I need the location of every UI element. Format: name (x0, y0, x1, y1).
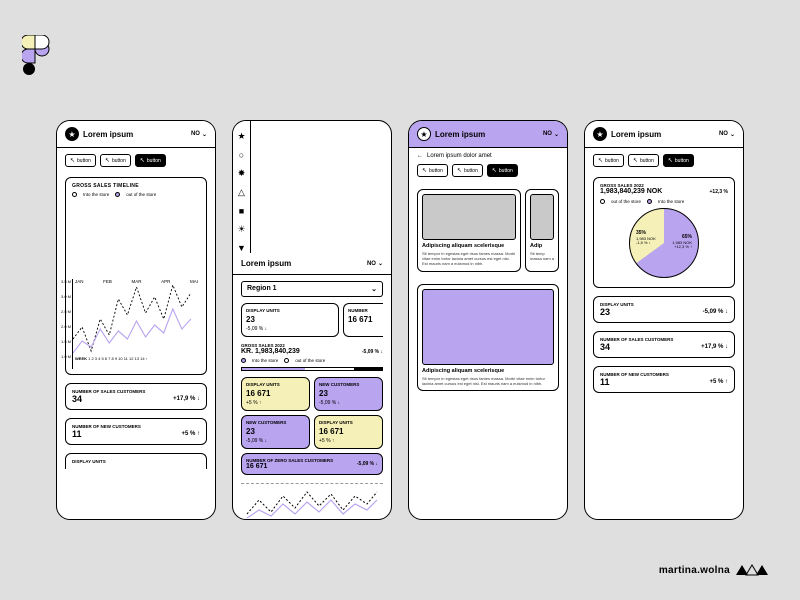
filter-button-2[interactable]: ↖button (452, 164, 483, 177)
legend-dot-icon (284, 358, 289, 363)
legend-dot-icon (115, 192, 120, 197)
tile-a[interactable]: DISPLAY UNITS16 671+5 % ↑ (241, 377, 310, 411)
tile-display-units[interactable]: DISPLAY UNITS 23 -5,09 % ↓ (241, 303, 339, 337)
filter-button-3[interactable]: ↖button (663, 154, 694, 167)
triangle-icon[interactable]: △ (238, 187, 245, 198)
content-card-2[interactable]: Adipiscing aliquam scelerisque Sit tempo… (417, 284, 559, 391)
metric-sales-customers[interactable]: NUMBER OF SALES CUSTOMERS 34+17,9 % ↓ (65, 383, 207, 410)
screen-detail: ★ Lorem ipsum NO⌄ ←Lorem ipsum dolor ame… (408, 120, 568, 520)
chevron-down-icon: ⌄ (554, 131, 559, 138)
screen-pie: ★ Lorem ipsum NO⌄ ↖button ↖button ↖butto… (584, 120, 744, 520)
app-title: Lorem ipsum (241, 259, 291, 268)
chevron-down-icon: ⌄ (371, 285, 377, 293)
metric-new-customers[interactable]: NUMBER OF NEW CUSTOMERS 11+5 % ↑ (65, 418, 207, 445)
back-link[interactable]: ←Lorem ipsum dolor amet (409, 148, 567, 164)
square-icon[interactable]: ■ (239, 206, 244, 216)
legend-dot-icon (600, 199, 605, 204)
progress-bar (241, 367, 383, 371)
language-picker[interactable]: NO⌄ (367, 260, 383, 267)
tile-zero-sales[interactable]: NUMBER OF ZERO SALES CUSTOMERS16 671 -5,… (241, 453, 383, 475)
metric-display-units[interactable]: DISPLAY UNITS (65, 453, 207, 469)
header: ★ Lorem ipsum NO ⌄ (57, 121, 215, 148)
filter-button-3[interactable]: ↖button (135, 154, 166, 167)
sparkline (241, 483, 383, 519)
arrow-icon: ↖ (70, 157, 75, 164)
content-card-peek[interactable]: Adip Sit temp massa nam a (525, 189, 559, 272)
star-icon[interactable]: ★ (237, 131, 245, 142)
metric-display-units[interactable]: DISPLAY UNITS 23-5,09 % ↓ (593, 296, 735, 323)
legend-dot-icon (647, 199, 652, 204)
line-chart: 3.5 M 3.0 M 2.5 M 2.0 M 1.5 M 1.0 M WEEK… (72, 279, 200, 369)
legend-dot-icon (241, 358, 246, 363)
chevron-right-icon[interactable]: › (146, 356, 147, 361)
region-selector[interactable]: Region 1 ⌄ (241, 281, 383, 297)
tile-d[interactable]: DISPLAY UNITS16 671+5 % ↑ (314, 415, 383, 449)
author-credit: martina.wolna (659, 564, 770, 576)
language-picker[interactable]: NO⌄ (719, 131, 735, 138)
pie-chart: 35% 1,983 NOK -1,5 % ↓ 65% 1,983 NOK +12… (629, 208, 699, 278)
tile-c[interactable]: NEW CUSTOMERS23-5,09 % ↓ (241, 415, 310, 449)
thumbnail (422, 194, 516, 240)
language-picker[interactable]: NO ⌄ (191, 131, 207, 138)
gear-icon[interactable]: ✸ (238, 168, 246, 179)
icon-sidebar: ★ ○ ✸ △ ■ ☀ ▼ (233, 121, 251, 253)
legend-dot-icon (72, 192, 77, 197)
author-mark-icon (736, 564, 770, 576)
header: ★ Lorem ipsum NO⌄ (585, 121, 743, 148)
thumbnail (530, 194, 554, 240)
star-badge-icon: ★ (65, 127, 79, 141)
timeline-card: GROSS SALES TIMELINE Into the store out … (65, 177, 207, 375)
screen-region: ★ ○ ✸ △ ■ ☀ ▼ Lorem ipsum NO⌄ Region 1 ⌄… (232, 120, 392, 520)
pie-card: GROSS SALES 2022 1,983,840,239 NOK+12,3 … (593, 177, 735, 288)
gross-sales-block: GROSS SALES 2022 KR. 1,983,840,239-5,09 … (241, 343, 383, 371)
chevron-down-icon: ⌄ (730, 131, 735, 138)
figma-logo-icon (22, 35, 50, 75)
header: ★ Lorem ipsum NO⌄ (409, 121, 567, 148)
filter-button-1[interactable]: ↖button (65, 154, 96, 167)
tile-b[interactable]: NEW CUSTOMERS23-5,09 % ↓ (314, 377, 383, 411)
metric-new-customers[interactable]: NUMBER OF NEW CUSTOMERS 11+5 % ↑ (593, 366, 735, 393)
app-title: Lorem ipsum (83, 130, 133, 139)
star-badge-icon: ★ (417, 127, 431, 141)
circle-icon[interactable]: ○ (239, 150, 244, 160)
arrow-icon: ↖ (105, 157, 110, 164)
thumbnail (422, 289, 554, 365)
arrow-icon: ↖ (140, 157, 145, 164)
language-picker[interactable]: NO⌄ (543, 131, 559, 138)
arrow-left-icon: ← (417, 153, 423, 159)
content-card-1[interactable]: Adipiscing aliquam scelerisque Sit tempo… (417, 189, 521, 272)
sun-icon[interactable]: ☀ (237, 224, 245, 235)
chevron-down-icon: ⌄ (202, 131, 207, 138)
triangle-down-icon[interactable]: ▼ (237, 243, 246, 253)
filter-button-1[interactable]: ↖button (593, 154, 624, 167)
filter-button-2[interactable]: ↖button (628, 154, 659, 167)
filter-button-3[interactable]: ↖button (487, 164, 518, 177)
chevron-down-icon: ⌄ (378, 260, 383, 267)
tile-number[interactable]: NUMBER 16 671 (343, 303, 383, 337)
star-badge-icon: ★ (593, 127, 607, 141)
metric-sales-customers[interactable]: NUMBER OF SALES CUSTOMERS 34+17,9 % ↓ (593, 331, 735, 358)
screen-timeline: ★ Lorem ipsum NO ⌄ ↖button ↖button ↖butt… (56, 120, 216, 520)
filter-button-2[interactable]: ↖button (100, 154, 131, 167)
filter-button-1[interactable]: ↖button (417, 164, 448, 177)
